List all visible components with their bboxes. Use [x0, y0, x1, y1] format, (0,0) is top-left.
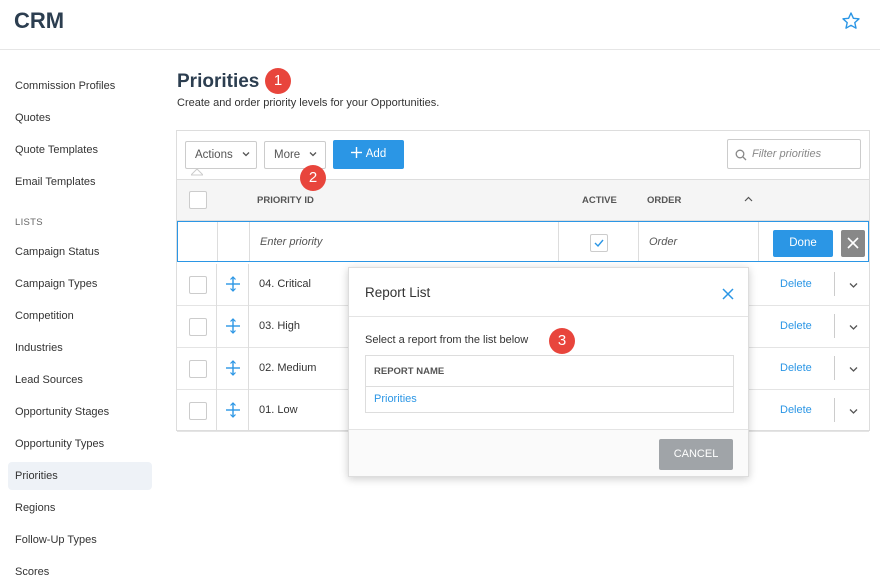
new-priority-row: Enter priority Order Done [177, 221, 869, 262]
sidebar-item-email-templates[interactable]: Email Templates [8, 168, 152, 196]
report-link-priorities[interactable]: Priorities [374, 393, 417, 405]
divider [758, 222, 759, 261]
check-icon [594, 239, 604, 248]
priority-name: 02. Medium [259, 362, 317, 374]
sidebar-item-quotes[interactable]: Quotes [8, 104, 152, 132]
priority-name: 01. Low [259, 404, 298, 416]
sidebar-item-scores[interactable]: Scores [8, 558, 152, 586]
sidebar-item-competition[interactable]: Competition [8, 302, 152, 330]
delete-link[interactable]: Delete [780, 404, 812, 416]
plus-icon [350, 147, 362, 158]
search-icon [735, 149, 747, 161]
chevron-down-icon[interactable] [849, 407, 858, 416]
cancel-edit-button[interactable] [841, 230, 865, 257]
modal-header: Report List [349, 268, 748, 317]
divider [248, 264, 249, 306]
chevron-down-icon [242, 152, 250, 157]
actions-dropdown[interactable]: Actions [185, 141, 257, 169]
delete-link[interactable]: Delete [780, 278, 812, 290]
top-bar: CRM [0, 0, 880, 50]
divider [249, 222, 250, 261]
sidebar-item-industries[interactable]: Industries [8, 334, 152, 362]
drag-handle-icon[interactable] [225, 402, 241, 418]
chevron-down-icon [309, 152, 317, 157]
cancel-button[interactable]: CANCEL [659, 439, 733, 470]
drag-handle-icon[interactable] [225, 276, 241, 292]
divider [834, 272, 835, 296]
filter-input[interactable] [752, 140, 858, 168]
select-all-checkbox[interactable] [189, 191, 207, 209]
modal-title: Report List [365, 285, 431, 300]
divider [834, 398, 835, 422]
page-description: Create and order priority levels for you… [177, 97, 440, 109]
divider [216, 390, 217, 431]
sidebar-item-commission-profiles[interactable]: Commission Profiles [8, 72, 152, 100]
divider [248, 306, 249, 348]
done-button[interactable]: Done [773, 230, 833, 257]
divider [558, 222, 559, 261]
row-checkbox[interactable] [189, 402, 207, 420]
divider [216, 348, 217, 390]
divider [834, 356, 835, 380]
priority-input[interactable]: Enter priority [260, 236, 322, 248]
dropdown-caret-icon [191, 168, 203, 176]
row-checkbox[interactable] [189, 276, 207, 294]
modal-instruction: Select a report from the list below [365, 334, 529, 346]
sidebar-section-lists: LISTS [15, 217, 43, 228]
add-label: Add [365, 148, 387, 160]
divider [638, 222, 639, 261]
divider [248, 348, 249, 390]
report-table-header: REPORT NAME [366, 356, 733, 387]
close-icon [847, 237, 859, 249]
divider [217, 222, 218, 261]
chevron-down-icon[interactable] [849, 281, 858, 290]
table-header: PRIORITY ID ACTIVE ORDER [177, 179, 869, 221]
sidebar-item-opportunity-stages[interactable]: Opportunity Stages [8, 398, 152, 426]
row-checkbox[interactable] [189, 360, 207, 378]
sidebar-item-quote-templates[interactable]: Quote Templates [8, 136, 152, 164]
add-button[interactable]: Add [333, 140, 404, 169]
report-table: REPORT NAME Priorities [365, 355, 734, 413]
chevron-down-icon[interactable] [849, 323, 858, 332]
annotation-badge-1: 1 [265, 68, 291, 94]
divider [216, 306, 217, 348]
delete-link[interactable]: Delete [780, 362, 812, 374]
drag-handle-icon[interactable] [225, 360, 241, 376]
column-priority-id[interactable]: PRIORITY ID [257, 195, 314, 206]
column-active[interactable]: ACTIVE [582, 195, 617, 206]
sidebar-item-priorities[interactable]: Priorities [8, 462, 152, 490]
modal-footer: CANCEL [349, 429, 748, 476]
actions-label: Actions [195, 149, 233, 161]
filter-box [727, 139, 861, 169]
divider [834, 314, 835, 338]
column-report-name: REPORT NAME [374, 366, 445, 377]
annotation-badge-2: 2 [300, 165, 326, 191]
priority-name: 04. Critical [259, 278, 311, 290]
priority-name: 03. High [259, 320, 300, 332]
delete-link[interactable]: Delete [780, 320, 812, 332]
page-title: Priorities [177, 71, 260, 92]
more-label: More [274, 149, 301, 161]
star-icon[interactable] [841, 11, 861, 31]
divider [248, 390, 249, 431]
close-icon[interactable] [722, 288, 734, 300]
column-order[interactable]: ORDER [647, 195, 681, 206]
sidebar-item-regions[interactable]: Regions [8, 494, 152, 522]
report-list-modal: Report List Select a report from the lis… [348, 267, 749, 477]
sidebar-item-opportunity-types[interactable]: Opportunity Types [8, 430, 152, 458]
order-input[interactable]: Order [649, 236, 677, 248]
sidebar-item-lead-sources[interactable]: Lead Sources [8, 366, 152, 394]
drag-handle-icon[interactable] [225, 318, 241, 334]
app-title: CRM [14, 8, 65, 33]
divider [216, 264, 217, 306]
sidebar-item-campaign-status[interactable]: Campaign Status [8, 238, 152, 266]
chevron-down-icon[interactable] [849, 365, 858, 374]
row-checkbox[interactable] [189, 318, 207, 336]
chevron-up-icon[interactable] [744, 196, 753, 202]
sidebar-item-campaign-types[interactable]: Campaign Types [8, 270, 152, 298]
active-checkbox[interactable] [590, 234, 608, 252]
annotation-badge-3: 3 [549, 328, 575, 354]
sidebar-item-follow-up-types[interactable]: Follow-Up Types [8, 526, 152, 554]
